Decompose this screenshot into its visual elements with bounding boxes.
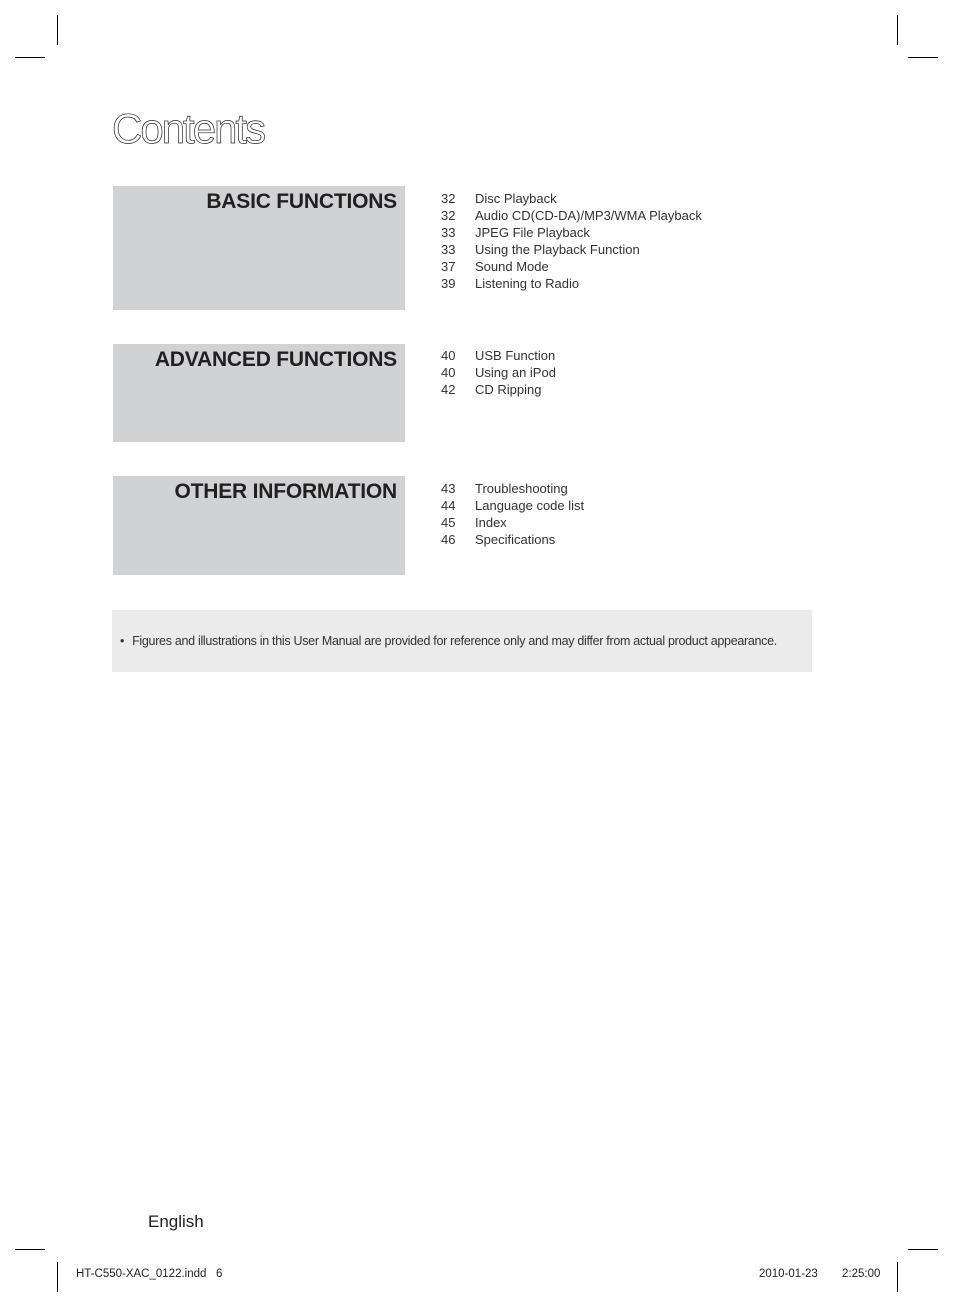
toc-label: Troubleshooting: [475, 481, 568, 496]
toc-page-number: 44: [441, 498, 456, 513]
toc-page-number: 43: [441, 481, 456, 496]
toc-page-number: 42: [441, 382, 456, 397]
slug-date: 2010-01-23: [759, 1268, 818, 1280]
toc-label: Using an iPod: [475, 365, 556, 380]
crop-mark-bottom-right-vertical: [897, 1262, 898, 1292]
toc-list-other-information: 43 Troubleshooting 44 Language code list 4…: [441, 480, 584, 548]
toc-entry[interactable]: 40 USB Function: [441, 347, 556, 364]
toc-entry[interactable]: 40 Using an iPod: [441, 364, 556, 381]
toc-label: Language code list: [475, 498, 585, 513]
section-heading: BASIC FUNCTIONS: [206, 190, 397, 213]
toc-entry[interactable]: 32 Audio CD(CD-DA)/MP3/WMA Playback: [441, 207, 702, 224]
toc-entry[interactable]: 37 Sound Mode: [441, 258, 702, 275]
toc-label: Specifications: [475, 532, 556, 547]
slug-file-info: HT-C550-XAC_0122.indd 6: [76, 1268, 223, 1280]
toc-label: Disc Playback: [475, 191, 557, 206]
crop-mark-bottom-right-horizontal: [908, 1249, 938, 1250]
crop-mark-bottom-left-vertical: [57, 1262, 58, 1292]
toc-label: USB Function: [475, 348, 556, 363]
slug-time: 2:25:00: [842, 1268, 881, 1280]
toc-page-number: 46: [441, 532, 456, 547]
toc-page-number: 40: [441, 365, 456, 380]
toc-label: Audio CD(CD-DA)/MP3/WMA Playback: [475, 208, 702, 223]
footer-language: English: [148, 1212, 204, 1231]
note-text: Figures and illustrations in this User M…: [132, 634, 777, 648]
crop-mark-top-right-horizontal: [908, 57, 938, 58]
section-heading: OTHER INFORMATION: [174, 480, 397, 503]
crop-mark-top-left-vertical: [57, 15, 58, 45]
page-title: Contents: [112, 105, 267, 153]
toc-page-number: 39: [441, 276, 456, 291]
toc-page-number: 32: [441, 208, 456, 223]
toc-list-advanced-functions: 40 USB Function 40 Using an iPod 42 CD Ripp…: [441, 347, 556, 398]
toc-entry[interactable]: 33 JPEG File Playback: [441, 224, 702, 241]
toc-list-basic-functions: 32 Disc Playback 32 Audio CD(CD-DA)/MP3/WM…: [441, 190, 702, 292]
toc-entry[interactable]: 44 Language code list: [441, 497, 584, 514]
toc-label: Sound Mode: [475, 259, 549, 274]
toc-entry[interactable]: 43 Troubleshooting: [441, 480, 584, 497]
crop-mark-top-right-vertical: [897, 15, 898, 45]
toc-entry[interactable]: 39 Listening to Radio: [441, 275, 702, 292]
section-heading: ADVANCED FUNCTIONS: [154, 348, 397, 371]
toc-entry[interactable]: 45 Index: [441, 514, 584, 531]
toc-label: JPEG File Playback: [475, 225, 590, 240]
toc-page-number: 33: [441, 242, 456, 257]
toc-label: Index: [475, 515, 507, 530]
toc-page-number: 32: [441, 191, 456, 206]
bullet-icon: •: [120, 634, 125, 648]
toc-label: Using the Playback Function: [475, 242, 640, 257]
toc-label: CD Ripping: [475, 382, 542, 397]
toc-entry[interactable]: 32 Disc Playback: [441, 190, 702, 207]
section-box-advanced-functions: ADVANCED FUNCTIONS: [113, 344, 405, 442]
toc-entry[interactable]: 42 CD Ripping: [441, 381, 556, 398]
section-box-other-information: OTHER INFORMATION: [113, 476, 405, 575]
toc-page-number: 45: [441, 515, 456, 530]
toc-entry[interactable]: 46 Specifications: [441, 531, 584, 548]
note-box: • Figures and illustrations in this User…: [112, 610, 812, 672]
toc-entry[interactable]: 33 Using the Playback Function: [441, 241, 702, 258]
section-box-basic-functions: BASIC FUNCTIONS: [113, 186, 405, 310]
toc-page-number: 40: [441, 348, 456, 363]
toc-page-number: 37: [441, 259, 456, 274]
crop-mark-top-left-horizontal: [15, 57, 45, 58]
toc-page-number: 33: [441, 225, 456, 240]
crop-mark-bottom-left-horizontal: [15, 1249, 45, 1250]
toc-label: Listening to Radio: [475, 276, 580, 291]
